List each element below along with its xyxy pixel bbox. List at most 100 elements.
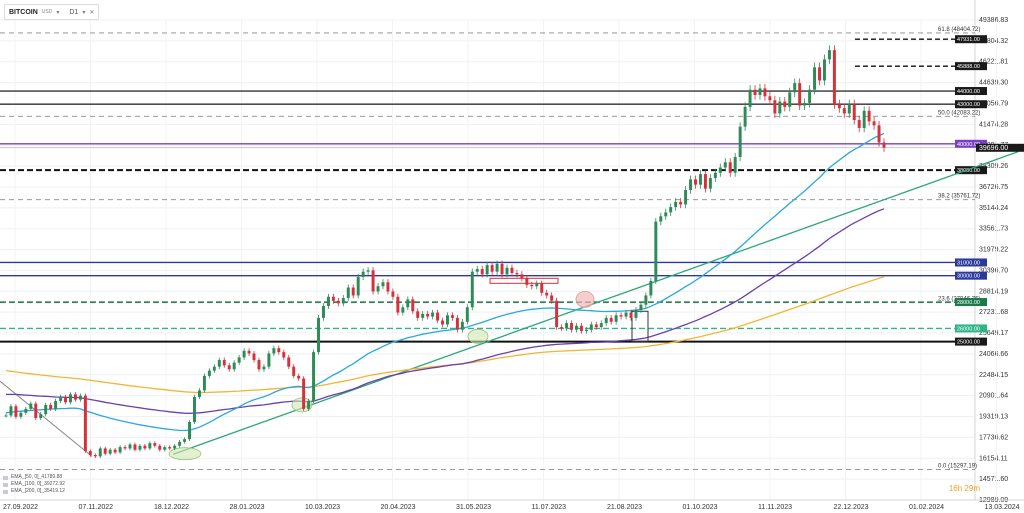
x-tick-label: 11.07.2023 xyxy=(532,504,567,511)
candle-body xyxy=(659,216,663,222)
candle-body xyxy=(88,451,92,456)
candle-body xyxy=(257,360,261,370)
x-tick-label: 07.11.2022 xyxy=(79,504,114,511)
chart-background xyxy=(0,0,1024,513)
candle-body xyxy=(143,445,147,449)
level-label: 43000.00 xyxy=(957,102,980,108)
candle-body xyxy=(684,189,688,205)
legend-row-ema200[interactable]: EMA_[200, 0]_35419.12 xyxy=(3,488,65,495)
timeframe-selector[interactable]: D1 xyxy=(69,9,78,16)
candle-body xyxy=(386,282,390,292)
candle-body xyxy=(351,287,355,296)
symbol-toolbar[interactable]: BITCOIN USD ▾ D1 ▾ ✕ xyxy=(4,4,100,20)
candle-body xyxy=(59,396,63,401)
candle-body xyxy=(326,296,330,306)
level-label: 26000.00 xyxy=(957,326,980,332)
current-price-label: 39696.00 xyxy=(979,145,1008,152)
candle-body xyxy=(768,96,772,101)
candle-body xyxy=(39,414,43,419)
x-tick-label: 28.01.2023 xyxy=(230,504,265,511)
candle-body xyxy=(520,274,524,279)
x-tick-label: 01.10.2023 xyxy=(683,504,718,511)
y-tick-label: 22484.15 xyxy=(979,372,1008,379)
legend-ema50-label: EMA_[50, 0]_41789.88 xyxy=(11,474,63,480)
legend-row-ema100[interactable]: EMA_[100, 0]_39272.92 xyxy=(3,481,65,488)
candle-body xyxy=(381,282,385,287)
candle-body xyxy=(808,89,812,103)
candle-body xyxy=(803,102,807,106)
x-tick-label: 22.12.2023 xyxy=(834,504,869,511)
level-label: 31000.00 xyxy=(957,260,980,266)
candle-body xyxy=(242,350,246,358)
y-tick-label: 44639.30 xyxy=(979,80,1008,87)
candle-body xyxy=(64,396,68,403)
candle-body xyxy=(535,283,539,287)
candle-body xyxy=(83,395,87,452)
candle-body xyxy=(872,121,876,126)
candle-body xyxy=(321,305,325,318)
y-tick-label: 31979.22 xyxy=(979,247,1008,254)
candlestick-chart[interactable]: 49386.8347804.3246221.8144639.3043056.79… xyxy=(0,0,1024,513)
candle-body xyxy=(624,312,628,317)
candle-body xyxy=(530,284,534,287)
candle-body xyxy=(173,445,177,449)
x-tick-label: 11.11.2023 xyxy=(758,504,792,511)
x-tick-label: 31.05.2023 xyxy=(456,504,491,511)
candle-body xyxy=(758,88,762,95)
candle-body xyxy=(262,366,266,370)
candle-body xyxy=(29,403,33,409)
timeframe-chevron-down-icon[interactable]: ▾ xyxy=(82,9,85,16)
candle-body xyxy=(857,120,861,128)
candle-body xyxy=(312,352,316,401)
candle-body xyxy=(123,447,127,449)
candle-body xyxy=(832,50,836,105)
candle-body xyxy=(649,280,653,296)
candle-body xyxy=(168,447,172,449)
chevron-down-icon[interactable]: ▾ xyxy=(56,9,59,16)
candle-body xyxy=(252,353,256,361)
candle-body xyxy=(222,360,226,366)
candle-body xyxy=(287,357,291,367)
candle-body xyxy=(589,324,593,330)
candle-body xyxy=(153,443,157,446)
candle-body xyxy=(232,362,236,370)
y-tick-label: 27231.68 xyxy=(979,309,1008,316)
fibonacci-label: 0.0 (15297.19) xyxy=(938,464,977,470)
candle-body xyxy=(639,304,643,310)
candle-body xyxy=(401,307,405,313)
candle-body xyxy=(609,317,613,322)
symbol-name: BITCOIN xyxy=(9,8,38,16)
candle-body xyxy=(877,125,881,143)
legend-ema200-label: EMA_[200, 0]_35419.12 xyxy=(11,488,65,494)
candle-body xyxy=(698,174,702,185)
candle-body xyxy=(267,353,271,367)
candle-body xyxy=(862,110,866,128)
candle-body xyxy=(664,212,668,217)
candle-body xyxy=(510,267,514,274)
candle-body xyxy=(197,390,201,397)
candle-body xyxy=(644,295,648,305)
legend-row-ema50[interactable]: EMA_[50, 0]_41789.88 xyxy=(3,474,65,481)
candle-body xyxy=(470,271,474,308)
y-tick-label: 49386.83 xyxy=(979,17,1008,24)
candle-body xyxy=(34,403,38,419)
candle-body xyxy=(629,312,633,318)
candle-body xyxy=(708,178,712,189)
candle-body xyxy=(361,271,365,277)
candle-body xyxy=(202,375,206,391)
close-icon[interactable]: ✕ xyxy=(89,9,94,16)
y-tick-label: 24066.66 xyxy=(979,351,1008,358)
x-tick-label: 20.04.2023 xyxy=(381,504,416,511)
candle-body xyxy=(847,104,851,114)
candle-body xyxy=(545,292,549,296)
candle-body xyxy=(555,300,559,328)
candle-body xyxy=(376,286,380,292)
candle-body xyxy=(515,273,519,275)
candle-body xyxy=(728,162,732,173)
candle-body xyxy=(634,309,638,318)
level-label: 44000.00 xyxy=(957,89,980,95)
x-tick-label: 27.09.2022 xyxy=(3,504,38,511)
candle-body xyxy=(396,296,400,313)
candle-body xyxy=(718,167,722,173)
candle-body xyxy=(743,106,747,127)
